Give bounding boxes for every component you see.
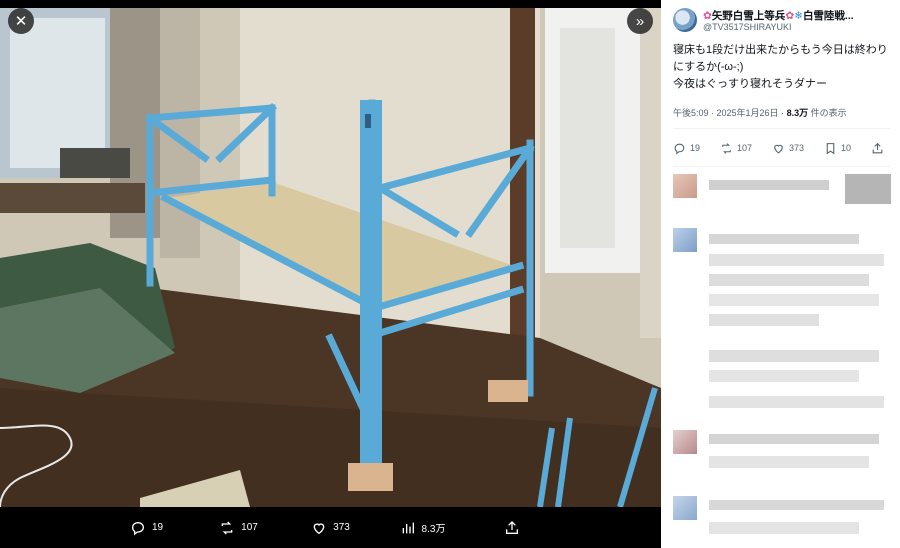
sidebar-retweet-button[interactable]: 107 <box>720 142 752 155</box>
display-name[interactable]: ✿矢野白雪上等兵✿❄白雪陸戦... <box>703 8 854 23</box>
retweet-button[interactable]: 107 <box>193 520 285 536</box>
blurred-text <box>709 500 884 510</box>
close-button[interactable]: ✕ <box>8 8 34 34</box>
reply-item-blurred[interactable] <box>673 492 893 548</box>
like-button[interactable]: 373 <box>285 520 377 536</box>
reply-icon <box>131 521 144 535</box>
expand-icon: » <box>635 12 645 30</box>
like-icon <box>313 522 325 534</box>
tweet-text-line-1: 寝床も1段だけ出来たからもう今日は終わりにするか(-ω-;) <box>673 44 888 73</box>
blurred-text <box>709 522 859 534</box>
snowflake-icon: ❄ <box>794 10 803 22</box>
blurred-text <box>709 456 869 468</box>
blurred-text <box>709 254 884 266</box>
blurred-text <box>709 396 884 408</box>
reply-item-blurred[interactable] <box>673 224 893 344</box>
display-name-text: 矢野白雪上等兵 <box>711 10 786 22</box>
like-count: 373 <box>333 522 350 533</box>
tweet-media-viewer: ✕ » 19 107 373 8.3万 ✿矢野白雪上等兵✿❄白雪陸戦... @T… <box>0 0 900 548</box>
sidebar-bookmark-count: 10 <box>840 143 851 153</box>
blurred-text <box>709 274 869 286</box>
tweet-views-suffix: 件の表示 <box>808 108 847 118</box>
sidebar-reply-button[interactable]: 19 <box>673 142 700 155</box>
views-count: 8.3万 <box>421 524 446 535</box>
tweet-sidebar: ✿矢野白雪上等兵✿❄白雪陸戦... @TV3517SHIRAYUKI 寝床も1段… <box>661 0 900 548</box>
sidebar-like-button[interactable]: 373 <box>772 142 804 155</box>
photo-viewer: ✕ » 19 107 373 8.3万 <box>0 0 661 548</box>
avatar <box>673 496 697 520</box>
blurred-text <box>709 314 819 326</box>
tweet-views: 8.3万 <box>786 108 809 118</box>
flower-icon: ✿ <box>703 10 712 22</box>
sidebar-share-button[interactable] <box>871 142 888 155</box>
reply-count: 19 <box>151 522 164 533</box>
retweet-icon <box>221 521 233 534</box>
divider <box>673 128 891 129</box>
like-icon <box>774 144 783 153</box>
sidebar-like-count: 373 <box>788 143 805 153</box>
media-action-bar: 19 107 373 8.3万 <box>0 507 661 548</box>
views-button[interactable]: 8.3万 <box>377 520 469 536</box>
tweet-timestamp[interactable]: 午後5:09 · 2025年1月26日 · 8.3万 件の表示 <box>673 106 893 119</box>
close-icon: ✕ <box>14 12 28 30</box>
avatar[interactable] <box>673 8 697 32</box>
blurred-text <box>709 294 879 306</box>
bookmark-icon <box>826 142 835 154</box>
share-icon <box>872 142 883 153</box>
flower-icon-2: ✿ <box>785 10 795 22</box>
tweet-text: 寝床も1段だけ出来たからもう今日は終わりにするか(-ω-;) 今夜はぐっすり寝れ… <box>673 42 893 93</box>
sidebar-bookmark-button[interactable]: 10 <box>824 142 851 155</box>
tweet-text-line-2: 今夜はぐっすり寝れそうダナー <box>673 78 827 90</box>
tweet-header: ✿矢野白雪上等兵✿❄白雪陸戦... @TV3517SHIRAYUKI <box>673 8 893 38</box>
tweet-stats-bar: 19 107 373 10 <box>673 138 888 158</box>
blurred-text <box>709 370 859 382</box>
divider <box>673 166 891 167</box>
share-icon <box>505 520 518 534</box>
share-button[interactable] <box>469 520 561 536</box>
reply-button[interactable]: 19 <box>101 520 193 536</box>
user-handle[interactable]: @TV3517SHIRAYUKI <box>703 22 792 32</box>
blurred-text <box>709 180 829 190</box>
expand-sidebar-button[interactable]: » <box>627 8 653 34</box>
views-icon <box>402 522 414 533</box>
blurred-text <box>709 350 879 362</box>
avatar <box>673 228 697 252</box>
display-name-extra: 白雪陸戦... <box>802 10 854 22</box>
blurred-text <box>709 434 879 444</box>
avatar <box>673 430 697 454</box>
reply-item-blurred[interactable] <box>673 172 893 214</box>
tweet-time: 午後5:09 · 2025年1月26日 · <box>673 108 787 118</box>
bunk-bed-photo <box>0 8 661 507</box>
sidebar-reply-count: 19 <box>690 143 701 153</box>
blurred-text <box>709 234 859 244</box>
retweet-icon <box>722 142 731 154</box>
blurred-image <box>845 174 891 204</box>
avatar <box>673 174 697 198</box>
retweet-count: 107 <box>241 522 258 533</box>
sidebar-retweet-count: 107 <box>736 143 753 153</box>
reply-item-blurred[interactable] <box>673 346 893 416</box>
reply-icon <box>674 143 685 154</box>
reply-item-blurred[interactable] <box>673 426 893 482</box>
